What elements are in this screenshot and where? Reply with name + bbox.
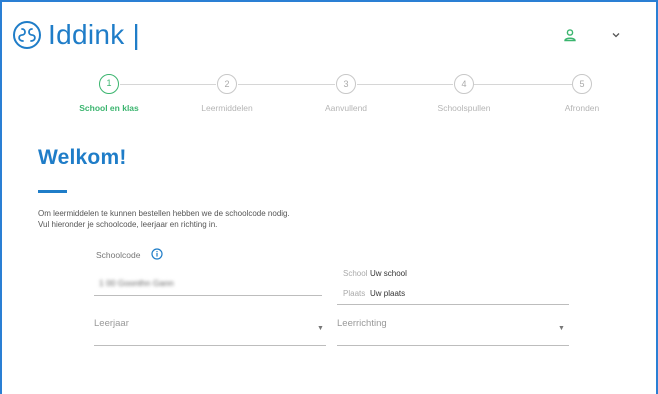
- title-accent-bar: [38, 190, 67, 193]
- step-afronden[interactable]: 5 Afronden: [527, 74, 637, 113]
- leerjaar-label: Leerjaar: [94, 318, 129, 329]
- leerrichting-underline: [337, 345, 569, 346]
- step-number: 4: [454, 74, 474, 94]
- schoolcode-label: Schoolcode: [96, 250, 141, 260]
- step-aanvullend[interactable]: 3 Aanvullend: [291, 74, 401, 113]
- step-schoolspullen[interactable]: 4 Schoolspullen: [409, 74, 519, 113]
- info-icon[interactable]: [151, 248, 163, 260]
- caret-down-icon: ▼: [558, 325, 565, 332]
- progress-stepper: 1 School en klas 2 Leermiddelen 3 Aanvul…: [0, 74, 658, 124]
- step-number: 1: [99, 74, 119, 94]
- schoolcode-input[interactable]: 1 00 Goonthn Gann: [99, 278, 174, 288]
- user-icon[interactable]: [563, 28, 577, 42]
- step-number: 2: [217, 74, 237, 94]
- intro-line-2: Vul hieronder je schoolcode, leerjaar en…: [38, 220, 218, 229]
- plaats-key: Plaats: [343, 289, 366, 298]
- step-school-en-klas[interactable]: 1 School en klas: [54, 74, 164, 113]
- chevron-down-icon[interactable]: [611, 30, 621, 40]
- leerrichting-label: Leerrichting: [337, 318, 387, 329]
- plaats-value: Uw plaats: [370, 289, 406, 298]
- school-key: School: [343, 269, 368, 278]
- step-leermiddelen[interactable]: 2 Leermiddelen: [172, 74, 282, 113]
- page-title: Welkom!: [38, 146, 127, 169]
- step-label: School en klas: [79, 103, 139, 113]
- school-info-underline: [337, 304, 569, 305]
- logo[interactable]: Iddink |: [12, 20, 140, 50]
- browser-frame: [0, 0, 658, 394]
- step-label: Afronden: [564, 103, 600, 113]
- caret-down-icon: ▼: [317, 325, 324, 332]
- leerjaar-underline: [94, 345, 326, 346]
- school-value: Uw school: [370, 269, 407, 278]
- step-label: Schoolspullen: [437, 103, 491, 113]
- logo-text: Iddink: [48, 19, 125, 50]
- iddink-logo-icon: [13, 21, 41, 49]
- logo-divider: |: [132, 19, 140, 50]
- intro-text: Om leermiddelen te kunnen bestellen hebb…: [38, 208, 290, 230]
- step-number: 3: [336, 74, 356, 94]
- step-label: Aanvullend: [324, 103, 368, 113]
- step-label: Leermiddelen: [201, 103, 253, 113]
- schoolcode-underline: [94, 295, 322, 296]
- step-number: 5: [572, 74, 592, 94]
- intro-line-1: Om leermiddelen te kunnen bestellen hebb…: [38, 209, 290, 218]
